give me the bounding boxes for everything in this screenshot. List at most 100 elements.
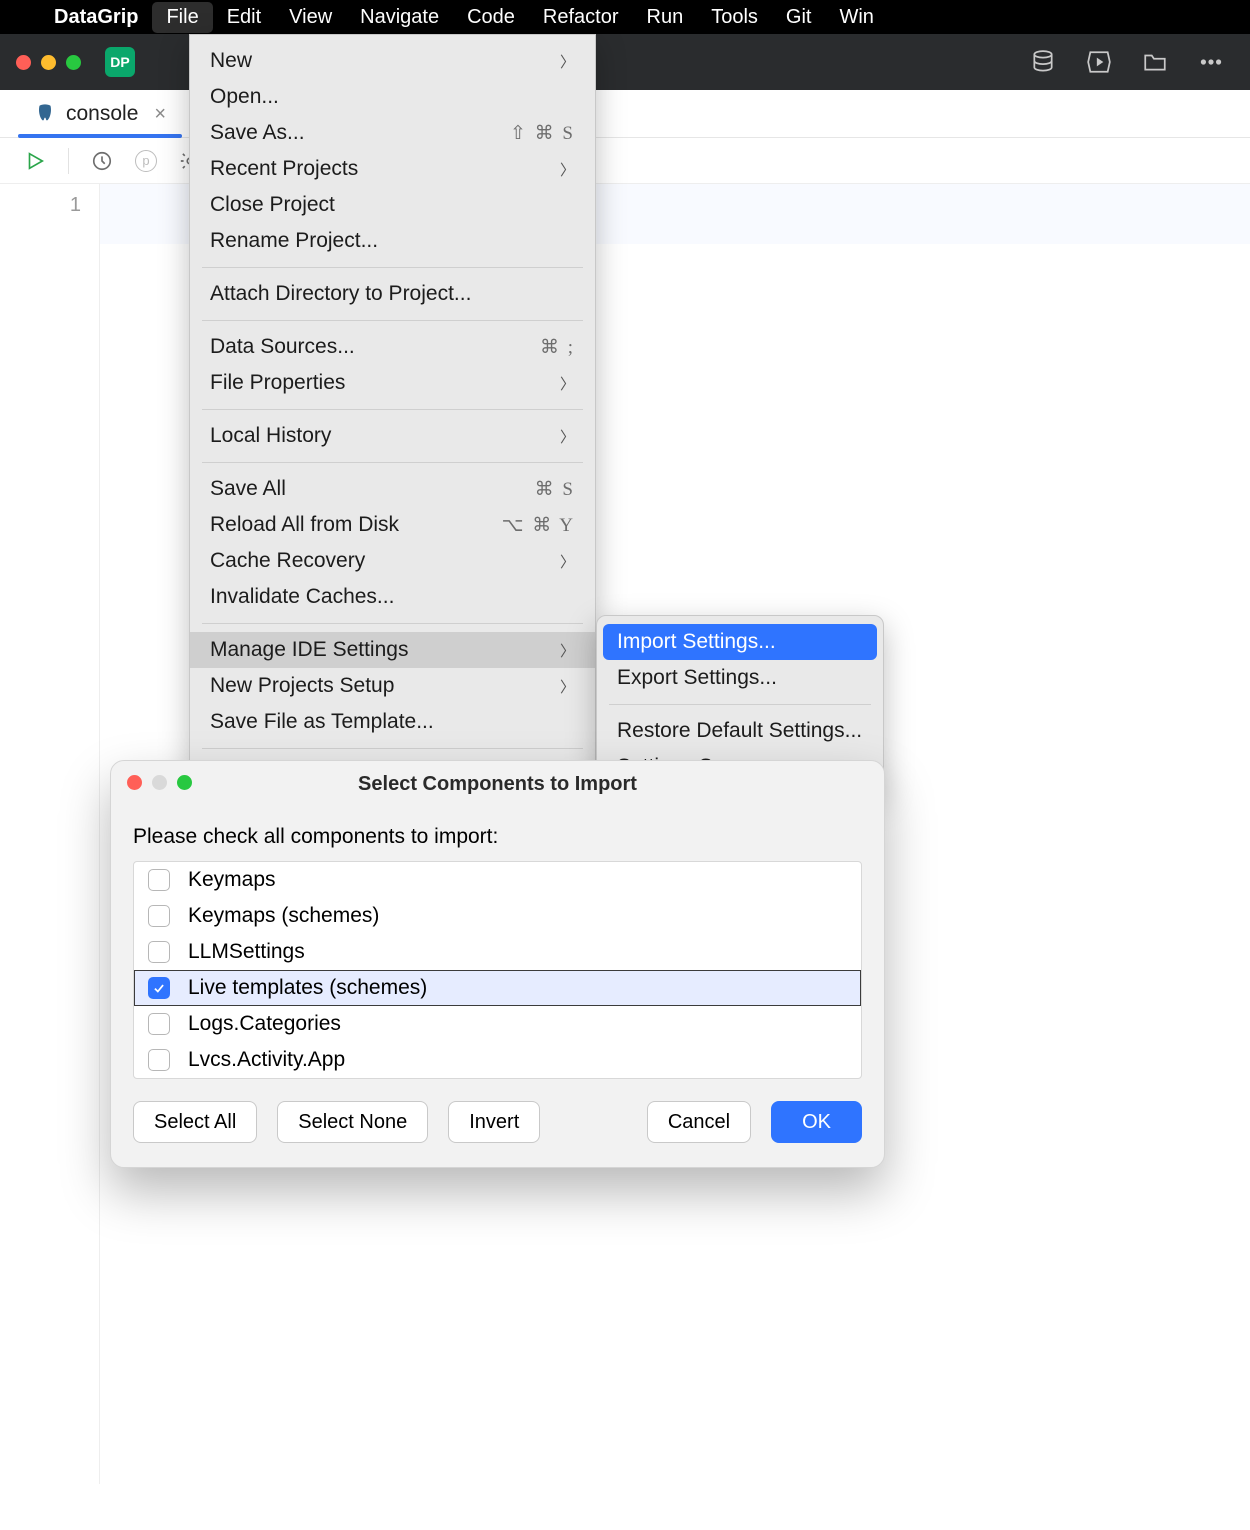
menu-rename-project[interactable]: Rename Project...: [190, 223, 595, 259]
list-item[interactable]: LLMSettings: [134, 934, 861, 970]
chevron-right-icon: 〉: [560, 51, 575, 72]
list-item-label: Live templates (schemes): [188, 976, 427, 1000]
menubar-navigate[interactable]: Navigate: [346, 2, 453, 33]
chevron-right-icon: 〉: [560, 676, 575, 697]
menu-separator: [202, 320, 583, 321]
menu-close-project[interactable]: Close Project: [190, 187, 595, 223]
dialog-title: Select Components to Import: [358, 773, 637, 796]
list-item-label: Lvcs.Activity.App: [188, 1048, 345, 1072]
editor-tabbar: console ×: [0, 90, 1250, 138]
menu-separator: [202, 748, 583, 749]
menubar-app[interactable]: DataGrip: [40, 2, 152, 33]
menu-manage-ide-settings[interactable]: Manage IDE Settings〉: [190, 632, 595, 668]
list-item[interactable]: Logs.Categories: [134, 1006, 861, 1042]
checkbox-checked[interactable]: [148, 977, 170, 999]
chevron-right-icon: 〉: [560, 640, 575, 661]
traffic-lights: [16, 55, 81, 70]
history-icon[interactable]: [91, 150, 113, 172]
menu-invalidate-caches[interactable]: Invalidate Caches...: [190, 579, 595, 615]
menu-data-sources[interactable]: Data Sources...⌘ ;: [190, 329, 595, 365]
menubar-file[interactable]: File: [152, 2, 212, 33]
shortcut-label: ⌥ ⌘ Y: [502, 514, 575, 537]
checkbox[interactable]: [148, 1013, 170, 1035]
submenu-import-settings[interactable]: Import Settings...: [603, 624, 877, 660]
menu-new[interactable]: New〉: [190, 43, 595, 79]
menubar-refactor[interactable]: Refactor: [529, 2, 633, 33]
tx-icon[interactable]: p: [135, 150, 157, 172]
menubar-edit[interactable]: Edit: [213, 2, 275, 33]
menu-open[interactable]: Open...: [190, 79, 595, 115]
close-window-icon[interactable]: [16, 55, 31, 70]
window-titlebar: DP: [0, 34, 1250, 90]
menubar-win[interactable]: Win: [825, 2, 887, 33]
checkbox[interactable]: [148, 941, 170, 963]
menu-save-as-template[interactable]: Save File as Template...: [190, 704, 595, 740]
submenu-restore-defaults[interactable]: Restore Default Settings...: [597, 713, 883, 749]
dialog-traffic-lights: [127, 775, 192, 790]
list-item-selected[interactable]: Live templates (schemes): [134, 970, 861, 1006]
menu-reload-from-disk[interactable]: Reload All from Disk⌥ ⌘ Y: [190, 507, 595, 543]
select-none-button[interactable]: Select None: [277, 1101, 428, 1143]
menubar-code[interactable]: Code: [453, 2, 529, 33]
menu-separator: [202, 267, 583, 268]
menu-file-properties[interactable]: File Properties〉: [190, 365, 595, 401]
folder-icon[interactable]: [1142, 49, 1168, 75]
menu-save-all[interactable]: Save All⌘ S: [190, 471, 595, 507]
menu-local-history[interactable]: Local History〉: [190, 418, 595, 454]
run-panel-icon[interactable]: [1086, 49, 1112, 75]
editor-gutter: 1: [0, 184, 100, 1484]
checkbox[interactable]: [148, 905, 170, 927]
list-item[interactable]: Lvcs.Activity.App: [134, 1042, 861, 1078]
menubar-git[interactable]: Git: [772, 2, 826, 33]
select-all-button[interactable]: Select All: [133, 1101, 257, 1143]
list-item-label: Keymaps: [188, 868, 276, 892]
menu-separator: [202, 623, 583, 624]
tab-close-icon[interactable]: ×: [154, 103, 166, 126]
minimize-window-icon[interactable]: [41, 55, 56, 70]
menu-new-projects-setup[interactable]: New Projects Setup〉: [190, 668, 595, 704]
submenu-export-settings[interactable]: Export Settings...: [597, 660, 883, 696]
menubar-run[interactable]: Run: [633, 2, 698, 33]
menu-cache-recovery[interactable]: Cache Recovery〉: [190, 543, 595, 579]
shortcut-label: ⇧ ⌘ S: [510, 122, 575, 145]
import-components-dialog: Select Components to Import Please check…: [110, 760, 885, 1168]
menu-separator: [202, 462, 583, 463]
editor-toolbar: p: [0, 138, 1250, 184]
list-item-label: Keymaps (schemes): [188, 904, 379, 928]
dialog-titlebar: Select Components to Import: [111, 761, 884, 807]
menu-separator: [609, 704, 871, 705]
dialog-close-icon[interactable]: [127, 775, 142, 790]
menu-attach-directory[interactable]: Attach Directory to Project...: [190, 276, 595, 312]
chevron-right-icon: 〉: [560, 373, 575, 394]
list-item-label: LLMSettings: [188, 940, 305, 964]
postgres-icon: [34, 103, 56, 125]
tab-label: console: [66, 102, 138, 126]
ok-button[interactable]: OK: [771, 1101, 862, 1143]
menubar-tools[interactable]: Tools: [697, 2, 772, 33]
shortcut-label: ⌘ ;: [540, 336, 575, 359]
more-icon[interactable]: [1198, 49, 1224, 75]
invert-button[interactable]: Invert: [448, 1101, 540, 1143]
dialog-zoom-icon[interactable]: [177, 775, 192, 790]
components-list: Keymaps Keymaps (schemes) LLMSettings Li…: [133, 861, 862, 1079]
run-icon[interactable]: [24, 150, 46, 172]
dialog-subtitle: Please check all components to import:: [133, 825, 862, 849]
menubar-view[interactable]: View: [275, 2, 346, 33]
checkbox[interactable]: [148, 1049, 170, 1071]
zoom-window-icon[interactable]: [66, 55, 81, 70]
cancel-button[interactable]: Cancel: [647, 1101, 751, 1143]
menu-recent-projects[interactable]: Recent Projects〉: [190, 151, 595, 187]
list-item[interactable]: Keymaps: [134, 862, 861, 898]
list-item-label: Logs.Categories: [188, 1012, 341, 1036]
chevron-right-icon: 〉: [560, 426, 575, 447]
tab-console[interactable]: console ×: [18, 92, 182, 137]
chevron-right-icon: 〉: [560, 551, 575, 572]
checkbox[interactable]: [148, 869, 170, 891]
menu-separator: [202, 409, 583, 410]
mac-menubar: DataGrip File Edit View Navigate Code Re…: [0, 0, 1250, 34]
list-item[interactable]: Keymaps (schemes): [134, 898, 861, 934]
menu-save-as[interactable]: Save As...⇧ ⌘ S: [190, 115, 595, 151]
shortcut-label: ⌘ S: [535, 478, 575, 501]
line-number: 1: [70, 194, 81, 216]
database-icon[interactable]: [1030, 49, 1056, 75]
